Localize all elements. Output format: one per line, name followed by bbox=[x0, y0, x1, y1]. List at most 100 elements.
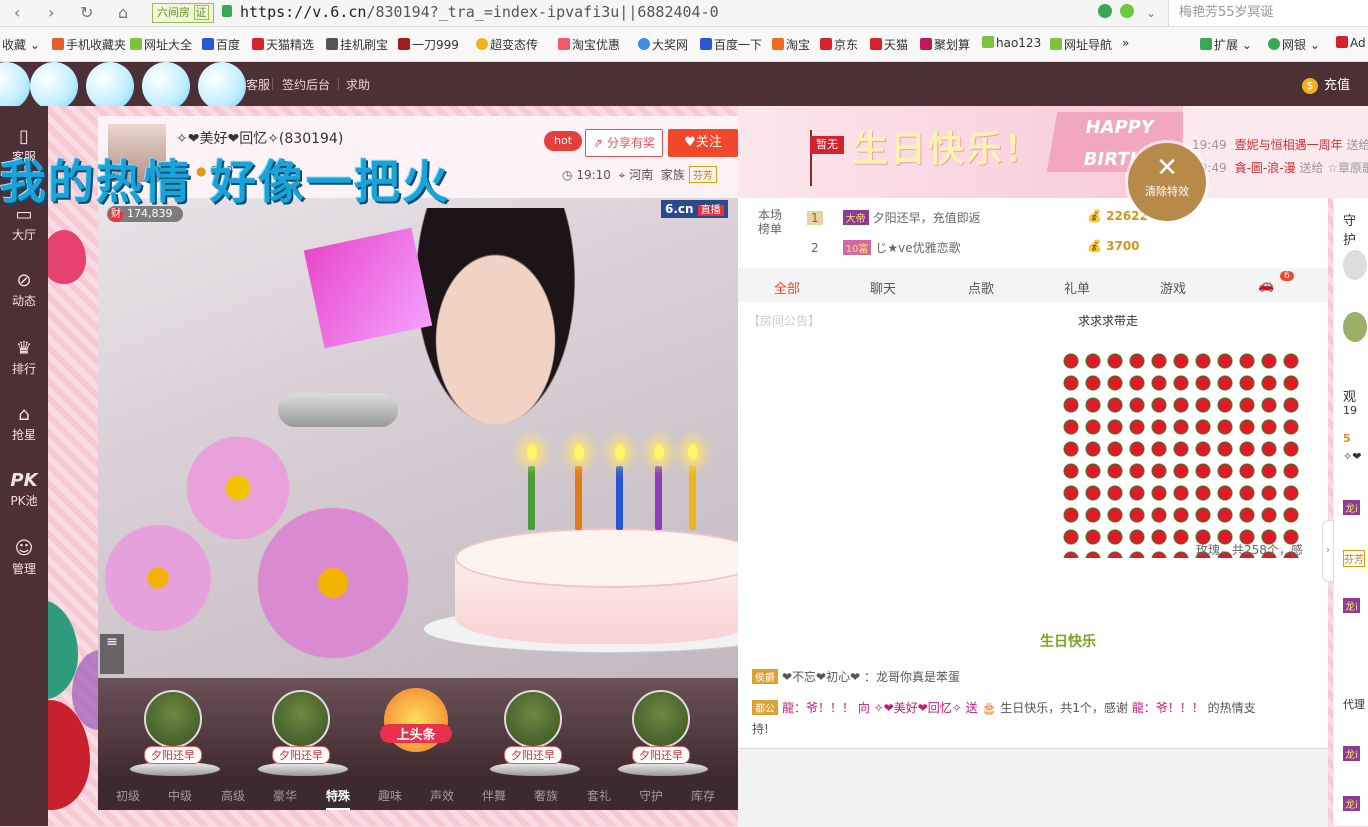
nav-link-sign-backend[interactable]: 签约后台 bbox=[282, 76, 330, 93]
rank-board-label[interactable]: 本场 榜单 bbox=[758, 208, 782, 236]
viewers-header[interactable]: 观 bbox=[1343, 386, 1356, 405]
viewer-item[interactable]: 5 bbox=[1343, 432, 1351, 445]
nav-link-support[interactable]: 客服 bbox=[246, 76, 270, 93]
viewer-item[interactable]: ✧❤ bbox=[1343, 450, 1361, 463]
bookmark-item[interactable]: 京东 bbox=[820, 36, 858, 53]
gift-tab[interactable]: 中级 bbox=[168, 787, 192, 804]
mic-toggle-icon[interactable]: ≡ bbox=[100, 634, 124, 674]
home-icon[interactable]: ⌂ bbox=[118, 3, 128, 22]
bookmark-item[interactable]: 网址大全 bbox=[130, 36, 192, 53]
url-field[interactable]: https://v.6.cn/830194?_tra_=index-ipvafi… bbox=[240, 3, 719, 21]
bookmark-item[interactable]: hao123 bbox=[982, 36, 1041, 50]
clear-effects-button[interactable]: ✕ 清除特效 bbox=[1128, 143, 1206, 221]
bookmark-item[interactable]: 超变态传 bbox=[476, 36, 538, 53]
bookmark-item[interactable]: 天猫精选 bbox=[252, 36, 314, 53]
marquee-line[interactable]: 19:49 貪-圖-浪-漫 送给 ☆章原歌 bbox=[1192, 159, 1368, 176]
podium-slot[interactable]: 夕阳还早 bbox=[618, 690, 708, 776]
viewer-item[interactable]: 代理 bbox=[1343, 696, 1365, 712]
bookmark-item[interactable]: 手机收藏夹 bbox=[52, 36, 126, 53]
bookmark-item[interactable]: 百度一下 bbox=[700, 36, 762, 53]
gift-tab-special[interactable]: 特殊 bbox=[326, 787, 351, 810]
podium-slot[interactable]: 夕阳还早 bbox=[130, 690, 220, 776]
viewer-item[interactable]: 龙i bbox=[1343, 500, 1360, 515]
bank-button[interactable]: 网银 ⌄ bbox=[1268, 36, 1320, 53]
marquee-line[interactable]: 19:49 壹妮与恒相遇一周年 送给 bbox=[1192, 136, 1368, 153]
security-shield-icon[interactable] bbox=[1098, 4, 1112, 18]
family-badge[interactable]: 芬芳 bbox=[688, 166, 717, 183]
follow-button[interactable]: ♥关注 bbox=[668, 129, 738, 157]
viewer-item[interactable]: 龙i bbox=[1343, 746, 1360, 761]
search-input[interactable]: 梅艳芳55岁冥诞 bbox=[1168, 0, 1368, 26]
phone-icon: ▯ bbox=[19, 126, 29, 147]
extensions-button[interactable]: 扩展 ⌄ bbox=[1200, 36, 1252, 53]
rank-score: 💰 3700 bbox=[1087, 239, 1140, 253]
tab-all[interactable]: 全部 bbox=[774, 278, 800, 297]
balloon-decoration bbox=[42, 230, 86, 284]
candle bbox=[689, 466, 696, 530]
flower-effect bbox=[98, 518, 218, 638]
viewer-item[interactable]: 龙i bbox=[1343, 796, 1360, 811]
chat-input-area[interactable] bbox=[738, 748, 1328, 827]
back-icon[interactable]: ‹ bbox=[14, 3, 20, 22]
bookmark-item[interactable]: 挂机刷宝 bbox=[326, 36, 388, 53]
tab-chat[interactable]: 聊天 bbox=[870, 278, 896, 297]
star-grab-icon: ⌂ bbox=[18, 404, 30, 425]
close-icon: ✕ bbox=[1156, 153, 1178, 183]
sidebar-item-rank[interactable]: ♛ 排行 bbox=[0, 338, 48, 377]
guard-title[interactable]: 守护 bbox=[1343, 210, 1368, 248]
rank-row[interactable]: 2 10富 じ★ve优雅恋歌 💰 3700 bbox=[807, 239, 1140, 256]
viewer-item[interactable]: 龙i bbox=[1343, 598, 1360, 613]
gift-tab[interactable]: 趣味 bbox=[378, 787, 402, 804]
recharge-button[interactable]: $ 充值 bbox=[1302, 74, 1350, 94]
bookmark-item[interactable]: 网址导航 bbox=[1050, 36, 1112, 53]
lock-icon bbox=[222, 5, 232, 17]
gift-tab[interactable]: 伴舞 bbox=[482, 787, 506, 804]
gift-tab[interactable]: 库存 bbox=[691, 787, 715, 804]
viewer-item[interactable]: 芬芳 bbox=[1343, 550, 1365, 567]
nav-link-help[interactable]: 求助 bbox=[346, 76, 370, 93]
bookmark-item[interactable]: 天猫 bbox=[870, 36, 908, 53]
headline-button[interactable]: 上头条 bbox=[380, 688, 452, 752]
chevron-down-icon[interactable]: ⌄ bbox=[1146, 6, 1156, 20]
forward-icon[interactable]: › bbox=[48, 3, 54, 22]
tab-song[interactable]: 点歌 bbox=[968, 278, 994, 297]
bookmark-item[interactable]: 收藏 ⌄ bbox=[2, 36, 40, 53]
site-tag: 六间房 证 bbox=[152, 3, 214, 23]
anchor-figure bbox=[403, 208, 588, 448]
sidebar-item-feed[interactable]: ⊘ 动态 bbox=[0, 270, 48, 309]
gift-tab[interactable]: 声效 bbox=[430, 787, 454, 804]
podium-base bbox=[130, 762, 220, 776]
guard-avatar[interactable] bbox=[1343, 312, 1367, 342]
rank-row[interactable]: 1 大帝 夕阳还早，充值即返 💰 22622 bbox=[807, 209, 1148, 226]
sidebar-item-manage[interactable]: ☺ 管理 bbox=[0, 538, 48, 577]
sidebar-item-grab-star[interactable]: ⌂ 抢星 bbox=[0, 404, 48, 443]
bookmark-item[interactable]: 淘宝 bbox=[772, 36, 810, 53]
podium-slot[interactable]: 夕阳还早 bbox=[490, 690, 580, 776]
podium-slot[interactable]: 夕阳还早 bbox=[258, 690, 348, 776]
panel-collapse-handle[interactable]: › bbox=[1322, 520, 1334, 582]
live-video[interactable]: ≡ bbox=[98, 198, 738, 678]
refresh-icon[interactable]: ↻ bbox=[80, 3, 93, 22]
tab-gift-list[interactable]: 礼单 bbox=[1064, 278, 1090, 297]
guard-avatar[interactable] bbox=[1343, 250, 1367, 280]
bookmark-item[interactable]: 一刀999 bbox=[398, 36, 459, 53]
lightning-icon[interactable] bbox=[1120, 4, 1134, 18]
bookmark-item[interactable]: 聚划算 bbox=[920, 36, 970, 53]
share-button[interactable]: ⇗ 分享有奖 bbox=[585, 129, 663, 157]
sidebar-item-pk[interactable]: PK PK池 bbox=[0, 470, 48, 509]
gift-tab[interactable]: 守护 bbox=[639, 787, 663, 804]
bookmark-item[interactable]: 大奖网 bbox=[638, 36, 688, 53]
gift-tab[interactable]: 豪华 bbox=[273, 787, 297, 804]
tab-games[interactable]: 游戏 bbox=[1160, 278, 1186, 297]
gift-tab[interactable]: 套礼 bbox=[587, 787, 611, 804]
bookmark-item[interactable]: 百度 bbox=[202, 36, 240, 53]
site-logo: 6.cn 直播 bbox=[661, 200, 728, 218]
gift-tab[interactable]: 高级 bbox=[221, 787, 245, 804]
gift-tab[interactable]: 初级 bbox=[116, 787, 140, 804]
gift-tab[interactable]: 奢族 bbox=[534, 787, 558, 804]
car-icon[interactable]: 🚗 bbox=[1258, 278, 1274, 293]
bookmark-item[interactable]: 淘宝优惠 bbox=[558, 36, 620, 53]
podium-avatar bbox=[272, 690, 330, 748]
ad-button[interactable]: Ad bbox=[1336, 36, 1366, 50]
bookmarks-more-button[interactable]: » bbox=[1122, 36, 1129, 50]
